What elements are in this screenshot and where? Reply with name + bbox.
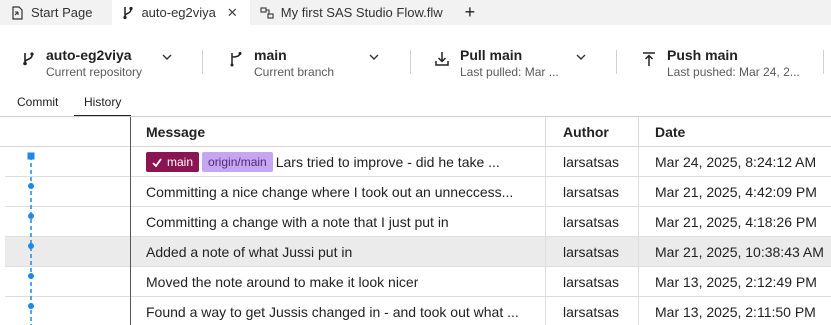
branch-selector[interactable]: main Current branch — [228, 47, 388, 81]
tab-label: Start Page — [31, 5, 93, 20]
tab-label: auto-eg2viya — [141, 5, 216, 20]
commit-message: Moved the note around to make it look ni… — [146, 274, 419, 290]
add-tab-button[interactable]: + — [455, 0, 486, 25]
commit-message-cell: Committing a nice change where I took ou… — [146, 180, 531, 204]
cell-divider — [638, 207, 639, 237]
header-author[interactable]: Author — [563, 124, 609, 140]
toolbar-divider — [202, 50, 203, 74]
graph-node — [28, 273, 34, 279]
graph-node — [28, 303, 34, 309]
commit-message-cell: Found a way to get Jussis changed in - a… — [146, 300, 531, 324]
cell-divider — [545, 237, 546, 267]
column-divider[interactable] — [638, 117, 639, 147]
graph-column-divider[interactable] — [130, 117, 131, 325]
repository-caption: Current repository — [46, 65, 143, 79]
header-date[interactable]: Date — [655, 124, 685, 140]
badge-label: main — [167, 155, 194, 169]
start-page-icon — [12, 5, 23, 20]
cell-divider — [545, 207, 546, 237]
chevron-down-icon — [369, 54, 379, 60]
branch-icon — [230, 52, 242, 67]
toolbar-divider — [823, 50, 824, 74]
pull-caption: Last pulled: Mar ... — [460, 65, 559, 79]
cell-divider — [545, 297, 546, 325]
commit-graph — [27, 152, 35, 325]
pull-button[interactable]: Pull main Last pulled: Mar ... — [434, 47, 594, 81]
commit-date: Mar 13, 2025, 2:12:49 PM — [655, 274, 817, 290]
cell-divider — [638, 237, 639, 267]
commit-author: larsatsas — [563, 244, 620, 260]
commit-date: Mar 24, 2025, 8:24:12 AM — [655, 154, 817, 170]
pull-icon — [435, 52, 449, 66]
branch-caption: Current branch — [254, 65, 335, 79]
push-title: Push main — [667, 47, 738, 63]
commit-message: Found a way to get Jussis changed in - a… — [146, 304, 519, 320]
history-table: Message Author Date main origin/main Lar… — [0, 117, 831, 325]
cell-divider — [638, 147, 639, 177]
commit-message-cell: Added a note of what Jussi put in — [146, 240, 531, 264]
commit-message-cell: Moved the note around to make it look ni… — [146, 270, 531, 294]
push-icon — [643, 52, 655, 66]
cell-divider — [545, 267, 546, 297]
graph-head-node — [27, 152, 35, 160]
tab-label: My first SAS Studio Flow.flw — [280, 5, 443, 20]
commit-date: Mar 21, 2025, 10:38:43 AM — [655, 244, 824, 260]
branch-badge-main: main — [146, 152, 200, 172]
tab-start-page[interactable]: Start Page — [0, 0, 104, 25]
git-toolbar: auto-eg2viya Current repository main Cur… — [0, 25, 831, 90]
commit-message: Lars tried to improve - did he take ... — [275, 154, 500, 170]
check-icon — [152, 157, 162, 167]
cell-divider — [638, 297, 639, 325]
tab-commit[interactable]: Commit — [17, 94, 58, 117]
close-icon[interactable]: ✕ — [227, 5, 238, 21]
commit-author: larsatsas — [563, 214, 620, 230]
commit-author: larsatsas — [563, 274, 620, 290]
branch-name: main — [254, 47, 287, 63]
push-button[interactable]: Push main Last pushed: Mar 24, 2... — [641, 47, 831, 81]
repository-name: auto-eg2viya — [46, 47, 132, 63]
view-tabs: Commit History — [0, 90, 831, 117]
editor-tab-bar: Start Page auto-eg2viya ✕ My first SAS S… — [0, 0, 831, 25]
push-caption: Last pushed: Mar 24, 2... — [667, 65, 800, 79]
commit-message: Added a note of what Jussi put in — [146, 244, 353, 260]
graph-node — [28, 243, 34, 249]
chevron-down-icon — [576, 54, 586, 60]
commit-message: Committing a nice change where I took ou… — [146, 184, 514, 200]
chevron-down-icon — [162, 54, 172, 60]
cell-divider — [638, 177, 639, 207]
tab-auto-eg2viya[interactable]: auto-eg2viya ✕ — [112, 0, 250, 25]
tab-history[interactable]: History — [74, 94, 132, 117]
commit-date: Mar 21, 2025, 4:42:09 PM — [655, 184, 817, 200]
commit-message: Committing a change with a note that I j… — [146, 214, 449, 230]
toolbar-divider — [616, 50, 617, 74]
cell-divider — [638, 267, 639, 297]
column-divider[interactable] — [545, 117, 546, 147]
commit-author: larsatsas — [563, 304, 620, 320]
commit-date: Mar 13, 2025, 2:11:50 PM — [655, 304, 816, 320]
graph-node — [28, 213, 34, 219]
repository-icon — [23, 52, 34, 66]
tab-sas-studio-flow[interactable]: My first SAS Studio Flow.flw — [250, 0, 455, 25]
graph-node — [28, 183, 34, 189]
commit-message-cell: main origin/main Lars tried to improve -… — [146, 150, 531, 174]
commit-date: Mar 21, 2025, 4:18:26 PM — [655, 214, 817, 230]
repository-selector[interactable]: auto-eg2viya Current repository — [20, 47, 200, 81]
commit-message-cell: Committing a change with a note that I j… — [146, 210, 531, 234]
pull-title: Pull main — [460, 47, 523, 63]
flow-icon — [260, 6, 274, 19]
branch-badge-origin: origin/main — [202, 152, 273, 172]
git-branch-icon — [123, 6, 134, 19]
toolbar-divider — [410, 50, 411, 74]
header-message[interactable]: Message — [146, 124, 205, 140]
commit-author: larsatsas — [563, 154, 620, 170]
cell-divider — [545, 177, 546, 207]
cell-divider — [545, 147, 546, 177]
commit-author: larsatsas — [563, 184, 620, 200]
